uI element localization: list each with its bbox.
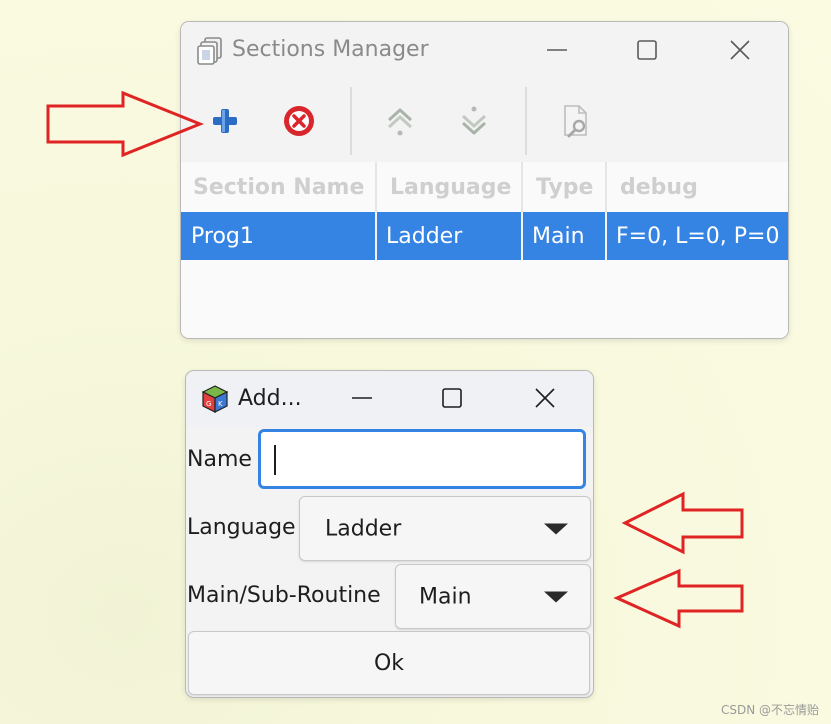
- annotation-arrow-right: [46, 90, 205, 158]
- annotation-layer: [46, 90, 744, 629]
- watermark: CSDN @不忘情贻: [720, 703, 819, 717]
- annotation-arrow-left: [613, 568, 744, 629]
- annotation-arrow-left: [621, 491, 744, 555]
